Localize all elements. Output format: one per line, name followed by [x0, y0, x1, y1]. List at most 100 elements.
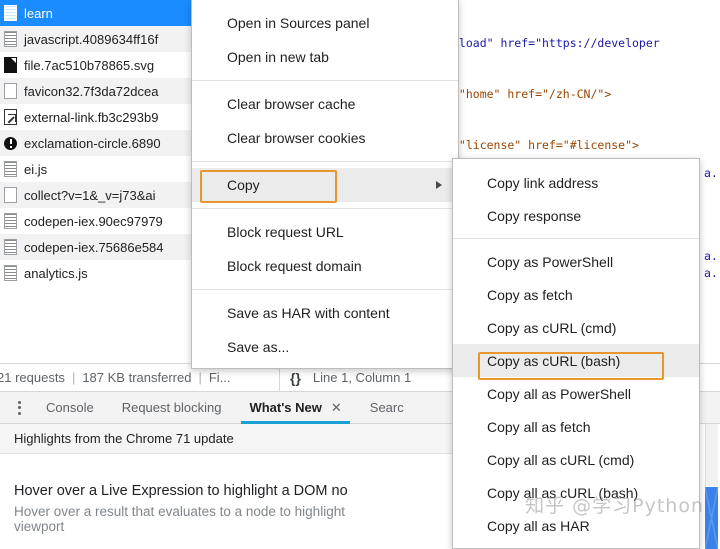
- watermark: 知乎 @学习Python: [525, 495, 704, 517]
- whats-new-entry-title[interactable]: Hover over a Live Expression to highligh…: [14, 483, 462, 499]
- network-request-row[interactable]: favicon32.7f3da72dcea: [0, 78, 200, 104]
- menu-item-label: Block request domain: [227, 258, 362, 274]
- tab-search[interactable]: Searc: [356, 392, 418, 424]
- script-file-icon: [4, 213, 17, 229]
- network-request-row[interactable]: codepen-iex.75686e584: [0, 234, 200, 260]
- menu-item-open-in-sources-panel[interactable]: Open in Sources panel: [192, 6, 458, 40]
- format-braces-icon[interactable]: {}: [290, 370, 301, 386]
- network-request-name: exclamation-circle.6890: [24, 135, 161, 151]
- submenu-item-copy-link-address[interactable]: Copy link address: [453, 166, 699, 199]
- kebab-menu-icon[interactable]: [6, 392, 32, 424]
- document-file-icon: [4, 187, 17, 203]
- tab-console[interactable]: Console: [32, 392, 108, 424]
- submenu-item-label: Copy as PowerShell: [487, 253, 614, 270]
- network-request-row[interactable]: analytics.js: [0, 260, 200, 286]
- network-request-row[interactable]: collect?v=1&_v=j73&ai: [0, 182, 200, 208]
- summary-separator-1: |: [71, 370, 76, 385]
- submenu-separator: [453, 238, 699, 239]
- network-request-row-learn[interactable]: learn: [0, 0, 200, 26]
- network-request-row[interactable]: javascript.4089634ff16f: [0, 26, 200, 52]
- menu-item-clear-browser-cookies[interactable]: Clear browser cookies: [192, 121, 458, 155]
- menu-item-save-as[interactable]: Save as...: [192, 330, 458, 364]
- network-request-row[interactable]: codepen-iex.90ec97979: [0, 208, 200, 234]
- network-request-name: collect?v=1&_v=j73&ai: [24, 187, 156, 203]
- network-context-menu[interactable]: Open in Sources panel Open in new tab Cl…: [191, 0, 459, 369]
- submenu-item-label: Copy response: [487, 207, 582, 224]
- menu-item-open-in-new-tab[interactable]: Open in new tab: [192, 40, 458, 74]
- menu-separator: [192, 208, 458, 209]
- network-request-name: codepen-iex.90ec97979: [24, 213, 163, 229]
- submenu-item-copy-all-as-fetch[interactable]: Copy all as fetch: [453, 410, 699, 443]
- network-request-name: learn: [24, 5, 53, 21]
- summary-separator-2: |: [198, 370, 202, 385]
- menu-item-label: Open in new tab: [227, 49, 329, 65]
- script-file-icon: [4, 5, 17, 21]
- tab-label: What's New: [249, 400, 322, 415]
- network-request-row[interactable]: exclamation-circle.6890: [0, 130, 200, 156]
- menu-item-label: Clear browser cache: [227, 96, 356, 112]
- submenu-item-copy-response[interactable]: Copy response: [453, 199, 699, 232]
- script-file-icon: [4, 31, 17, 47]
- submenu-item-copy-all-as-powershell[interactable]: Copy all as PowerShell: [453, 377, 699, 410]
- scrollbar-thumb[interactable]: [705, 487, 718, 549]
- image-file-icon: [4, 57, 17, 73]
- network-request-row[interactable]: file.7ac510b78865.svg: [0, 52, 200, 78]
- tab-request-blocking[interactable]: Request blocking: [108, 392, 236, 424]
- code-line-1: eload" href="https://developer: [452, 35, 720, 52]
- menu-item-clear-browser-cache[interactable]: Clear browser cache: [192, 87, 458, 121]
- menu-item-block-request-url[interactable]: Block request URL: [192, 215, 458, 249]
- network-request-list[interactable]: learn javascript.4089634ff16f file.7ac51…: [0, 0, 200, 363]
- code-fragment-3: a.: [704, 266, 718, 280]
- submenu-item-label: Copy link address: [487, 174, 599, 191]
- submenu-item-label: Copy all as PowerShell: [487, 385, 631, 402]
- network-request-name: javascript.4089634ff16f: [24, 31, 159, 47]
- transferred-size: 187 KB transferred: [82, 370, 192, 385]
- tab-label: Console: [46, 400, 94, 415]
- menu-item-label: Clear browser cookies: [227, 130, 366, 146]
- submenu-item-copy-as-curl-bash[interactable]: Copy as cURL (bash): [453, 344, 699, 377]
- network-request-name: analytics.js: [24, 265, 88, 281]
- code-line-2-text: ="home" href="/zh-CN/">: [452, 87, 612, 101]
- request-count: 21 requests: [0, 370, 65, 385]
- menu-item-label: Copy: [227, 177, 260, 193]
- scrollbar-track[interactable]: [705, 424, 718, 486]
- menu-item-save-as-har-with-content[interactable]: Save as HAR with content: [192, 296, 458, 330]
- cursor-position: Line 1, Column 1: [312, 370, 412, 385]
- menu-item-label: Save as...: [227, 339, 290, 355]
- submenu-item-label: Copy as cURL (bash): [487, 352, 621, 369]
- whats-new-entry-desc-line1: Hover over a result that evaluates to a …: [14, 504, 345, 519]
- tab-whats-new[interactable]: What's New ✕: [235, 392, 355, 424]
- code-line-3-text: ="license" href="#license">: [452, 138, 639, 152]
- menu-item-label: Block request URL: [227, 224, 344, 240]
- submenu-item-label: Copy as fetch: [487, 286, 573, 303]
- network-request-row[interactable]: ei.js: [0, 156, 200, 182]
- document-file-icon: [4, 83, 17, 99]
- close-icon[interactable]: ✕: [331, 400, 342, 416]
- code-line-2: ="home" href="/zh-CN/">: [452, 86, 720, 103]
- menu-item-copy[interactable]: Copy: [192, 168, 458, 202]
- submenu-item-copy-all-as-curl-cmd[interactable]: Copy all as cURL (cmd): [453, 443, 699, 476]
- submenu-item-label: Copy all as fetch: [487, 418, 591, 435]
- menu-separator: [192, 80, 458, 81]
- menu-separator: [192, 289, 458, 290]
- script-file-icon: [4, 239, 17, 255]
- code-fragment-2: a.: [704, 249, 718, 263]
- submenu-item-label: Copy as cURL (cmd): [487, 319, 617, 336]
- network-request-row[interactable]: external-link.fb3c293b9: [0, 104, 200, 130]
- network-request-name: external-link.fb3c293b9: [24, 109, 159, 125]
- submenu-item-copy-as-fetch[interactable]: Copy as fetch: [453, 278, 699, 311]
- submenu-item-label: Copy all as HAR: [487, 517, 590, 534]
- menu-item-block-request-domain[interactable]: Block request domain: [192, 249, 458, 283]
- whats-new-subtitle: Highlights from the Chrome 71 update: [14, 431, 234, 446]
- submenu-item-copy-as-powershell[interactable]: Copy as PowerShell: [453, 245, 699, 278]
- code-line-1-text: eload" href="https://developer: [452, 36, 660, 50]
- chevron-right-icon: [436, 181, 442, 189]
- tab-label: Request blocking: [121, 400, 222, 415]
- script-file-icon: [4, 265, 17, 281]
- tab-label: Searc: [369, 400, 404, 415]
- code-line-3: ="license" href="#license">: [452, 137, 720, 154]
- submenu-item-copy-as-curl-cmd[interactable]: Copy as cURL (cmd): [453, 311, 699, 344]
- whats-new-subtitle-bar: Highlights from the Chrome 71 update: [0, 424, 462, 454]
- network-request-name: codepen-iex.75686e584: [24, 239, 164, 255]
- whats-new-content: Hover over a Live Expression to highligh…: [0, 455, 462, 549]
